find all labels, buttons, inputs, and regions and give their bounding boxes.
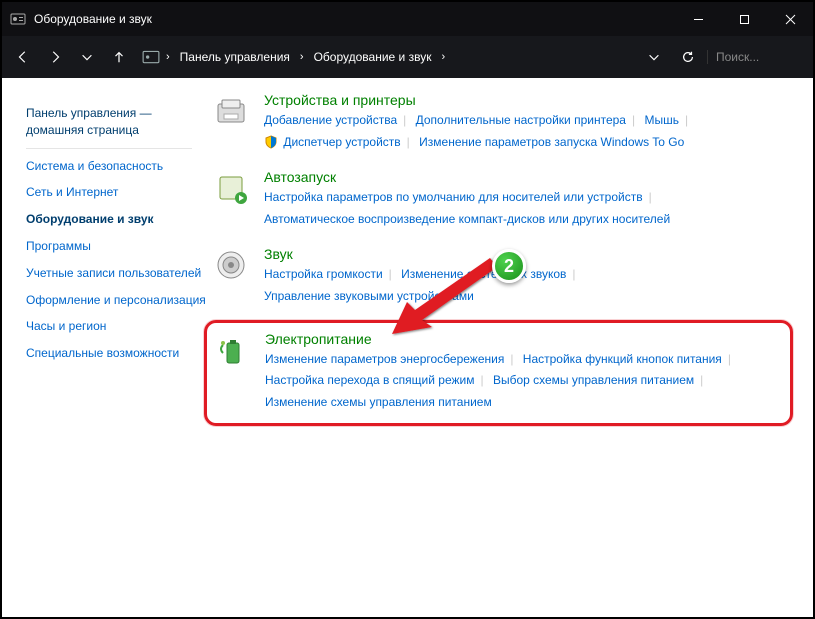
control-panel-icon [10,11,26,27]
link[interactable]: Настройка громкости [264,267,383,281]
category-title[interactable]: Звук [264,246,293,264]
maximize-button[interactable] [721,2,767,36]
link[interactable]: Настройка перехода в спящий режим [265,373,474,387]
link-group: Настройка параметров по умолчанию для но… [264,187,793,230]
nav-bar: › Панель управления › Оборудование и зву… [2,36,813,78]
main-panel: Устройства и принтеры Добавление устройс… [212,78,813,617]
link[interactable]: Дополнительные настройки принтера [416,113,626,127]
link[interactable]: Автоматическое воспроизведение компакт-д… [264,212,670,226]
sidebar-item-programs[interactable]: Программы [26,233,212,260]
chevron-right-icon[interactable]: › [162,51,174,63]
category-autoplay: Автозапуск Настройка параметров по умолч… [212,169,793,230]
back-button[interactable] [8,42,38,72]
link[interactable]: Изменение параметров запуска Windows To … [419,135,684,149]
link[interactable]: Управление звуковыми устройствами [264,289,474,303]
title-bar: Оборудование и звук [2,2,813,36]
shield-icon [264,135,278,149]
link-group: Изменение параметров энергосбережения| Н… [265,349,784,414]
recent-button[interactable] [72,42,102,72]
link-group: Настройка громкости| Изменение системных… [264,264,793,307]
refresh-button[interactable] [673,42,703,72]
link[interactable]: Выбор схемы управления питанием [493,373,694,387]
window-controls [675,2,813,36]
chevron-right-icon[interactable]: › [296,51,308,63]
sidebar-item-access[interactable]: Специальные возможности [26,340,212,367]
sidebar-item-accounts[interactable]: Учетные записи пользователей [26,260,212,287]
breadcrumb-root[interactable]: Панель управления [176,50,294,64]
close-button[interactable] [767,2,813,36]
annotation-badge: 2 [492,249,526,283]
breadcrumb-current[interactable]: Оборудование и звук [310,50,436,64]
address-dropdown[interactable] [639,42,669,72]
category-title[interactable]: Устройства и принтеры [264,92,416,110]
devices-icon [212,94,254,136]
link[interactable]: Изменение параметров энергосбережения [265,352,504,366]
category-devices: Устройства и принтеры Добавление устройс… [212,92,793,153]
link-group: Добавление устройства| Дополнительные на… [264,110,793,153]
chevron-right-icon[interactable]: › [437,51,449,63]
sound-icon [212,248,254,290]
autoplay-icon [212,171,254,213]
address-bar[interactable]: › Панель управления › Оборудование и зву… [142,43,449,71]
link[interactable]: Изменение схемы управления питанием [265,395,492,409]
minimize-button[interactable] [675,2,721,36]
link[interactable]: Изменение системных звуков [401,267,566,281]
category-title[interactable]: Автозапуск [264,169,336,187]
control-panel-icon [142,48,160,66]
link[interactable]: Настройка параметров по умолчанию для но… [264,190,643,204]
sidebar-item-hardware[interactable]: Оборудование и звук [26,206,212,233]
sidebar-item-system[interactable]: Система и безопасность [26,153,212,180]
category-title[interactable]: Электропитание [265,331,372,349]
search-input[interactable]: Поиск... [707,50,807,64]
sidebar-home[interactable]: Панель управления — домашняя страница [26,100,212,144]
link[interactable]: Добавление устройства [264,113,397,127]
link[interactable]: Мышь [644,113,679,127]
link[interactable]: Настройка функций кнопок питания [523,352,722,366]
separator [26,148,192,149]
up-button[interactable] [104,42,134,72]
sidebar-item-appearance[interactable]: Оформление и персонализация [26,287,212,314]
power-icon [213,333,255,375]
sidebar-item-clock[interactable]: Часы и регион [26,313,212,340]
category-power: Электропитание Изменение параметров энер… [213,331,784,414]
sidebar: Панель управления — домашняя страница Си… [2,78,212,617]
link[interactable]: Диспетчер устройств [283,135,400,149]
window-title: Оборудование и звук [34,12,152,26]
highlight-annotation: Электропитание Изменение параметров энер… [204,320,793,427]
forward-button[interactable] [40,42,70,72]
sidebar-item-network[interactable]: Сеть и Интернет [26,179,212,206]
content-area: Панель управления — домашняя страница Си… [2,78,813,617]
